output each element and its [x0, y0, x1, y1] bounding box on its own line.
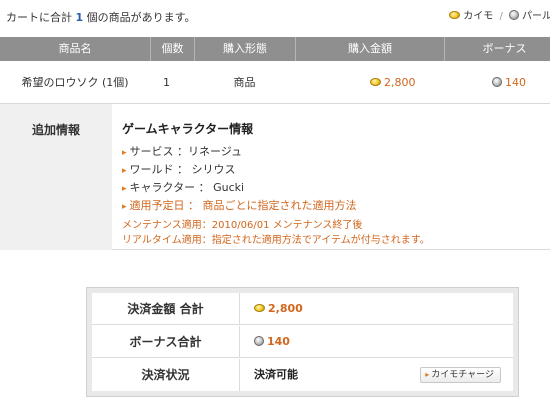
summary-total-amount: 2,800 [268, 302, 303, 315]
summary-bonus-label: ボーナス合計 [92, 326, 240, 358]
row-price: 2,800 [370, 61, 460, 104]
summary-status-row: 決済状況 決済可能 ▸ カイモチャージ [92, 359, 513, 391]
summary-bonus-amount: 140 [267, 335, 290, 348]
payment-summary: 決済金額 合計 2,800 ボーナス合計 140 決済状況 決済可能 ▸ カイモチ… [86, 287, 519, 397]
cart-table-header: 商品名 個数 購入形態 購入金額 ボーナス [0, 37, 550, 61]
info-character-text: キャラクター ： Gucki [129, 181, 245, 194]
header-bonus: ボーナス [444, 37, 550, 61]
silver-coin-icon [509, 10, 519, 20]
legend-silver-label: パール [522, 11, 550, 22]
silver-coin-icon [492, 77, 502, 87]
silver-coin-icon [254, 336, 264, 346]
bullet-arrow-icon: ▸ [122, 148, 127, 158]
cart-message-prefix: カートに合計 [6, 11, 72, 24]
row-price-value: 2,800 [384, 76, 416, 89]
kaimo-charge-button[interactable]: ▸ カイモチャージ [420, 367, 501, 383]
realtime-note: リアルタイム適用：指定された適用方法でアイテムが付与されます。 [122, 235, 430, 246]
cart-header: カートに合計 1 個の商品があります。 カイモ / パール [6, 9, 550, 25]
info-world: ▸ ワールド ： シリウス [122, 161, 542, 179]
cart-count: 1 [75, 11, 84, 24]
info-character: ▸ キャラクター ： Gucki [122, 179, 542, 197]
row-product-name: 希望のロウソク (1個) [21, 76, 129, 89]
payment-summary-inner: 決済金額 合計 2,800 ボーナス合計 140 決済状況 決済可能 ▸ カイモチ… [92, 293, 513, 391]
table-row: 希望のロウソク (1個) 1 商品 2,800 140 [0, 61, 550, 104]
kaimo-charge-label: カイモチャージ [431, 370, 494, 380]
summary-total-row: 決済金額 合計 2,800 [92, 293, 513, 325]
row-purchase-type: 商品 [233, 76, 256, 89]
cart-count-message: カートに合計 1 個の商品があります。 [6, 9, 196, 25]
header-product-name: 商品名 [58, 42, 92, 55]
summary-bonus-value: 140 [254, 326, 290, 358]
gold-coin-icon [370, 78, 381, 86]
row-bonus: 140 [492, 61, 550, 104]
arrow-right-icon: ▸ [425, 370, 430, 379]
currency-legend: カイモ / パール [449, 7, 550, 22]
additional-info-section: 追加情報 ゲームキャラクター情報 ▸ サービス ：リネージュ ▸ ワールド ： シリ… [0, 104, 550, 250]
summary-total-value: 2,800 [254, 293, 303, 325]
bullet-arrow-icon: ▸ [122, 166, 127, 176]
summary-status-label: 決済状況 [92, 359, 240, 391]
cart-message-suffix: 個の商品があります。 [86, 11, 196, 24]
summary-total-label: 決済金額 合計 [92, 293, 240, 325]
additional-info-body: ゲームキャラクター情報 ▸ サービス ：リネージュ ▸ ワールド ： シリウス ▸ キ… [122, 120, 542, 248]
row-bonus-value: 140 [505, 76, 526, 89]
game-character-info-title: ゲームキャラクター情報 [122, 122, 254, 136]
bullet-arrow-icon: ▸ [122, 202, 127, 212]
additional-info-label: 追加情報 [0, 104, 112, 250]
summary-bonus-row: ボーナス合計 140 [92, 326, 513, 358]
info-world-text: ワールド ： シリウス [129, 163, 236, 176]
row-quantity: 1 [163, 76, 170, 89]
legend-gold-label: カイモ [463, 11, 494, 22]
info-apply-date-text: 適用予定日 ： 商品ごとに指定された適用方法 [129, 199, 357, 212]
info-apply-date: ▸ 適用予定日 ： 商品ごとに指定された適用方法 [122, 197, 542, 215]
header-purchase-type: 購入形態 [194, 37, 295, 61]
info-service: ▸ サービス ：リネージュ [122, 143, 542, 161]
info-service-text: サービス ：リネージュ [129, 145, 243, 158]
bullet-arrow-icon: ▸ [122, 184, 127, 194]
header-quantity: 個数 [150, 37, 194, 61]
summary-status-value: 決済可能 [254, 368, 298, 381]
gold-coin-icon [254, 304, 265, 312]
maintenance-note: メンテナンス適用：2010/06/01 メンテナンス終了後 [122, 220, 363, 231]
gold-coin-icon [449, 11, 461, 19]
legend-separator: / [499, 11, 503, 22]
header-purchase-amount: 購入金額 [295, 37, 444, 61]
